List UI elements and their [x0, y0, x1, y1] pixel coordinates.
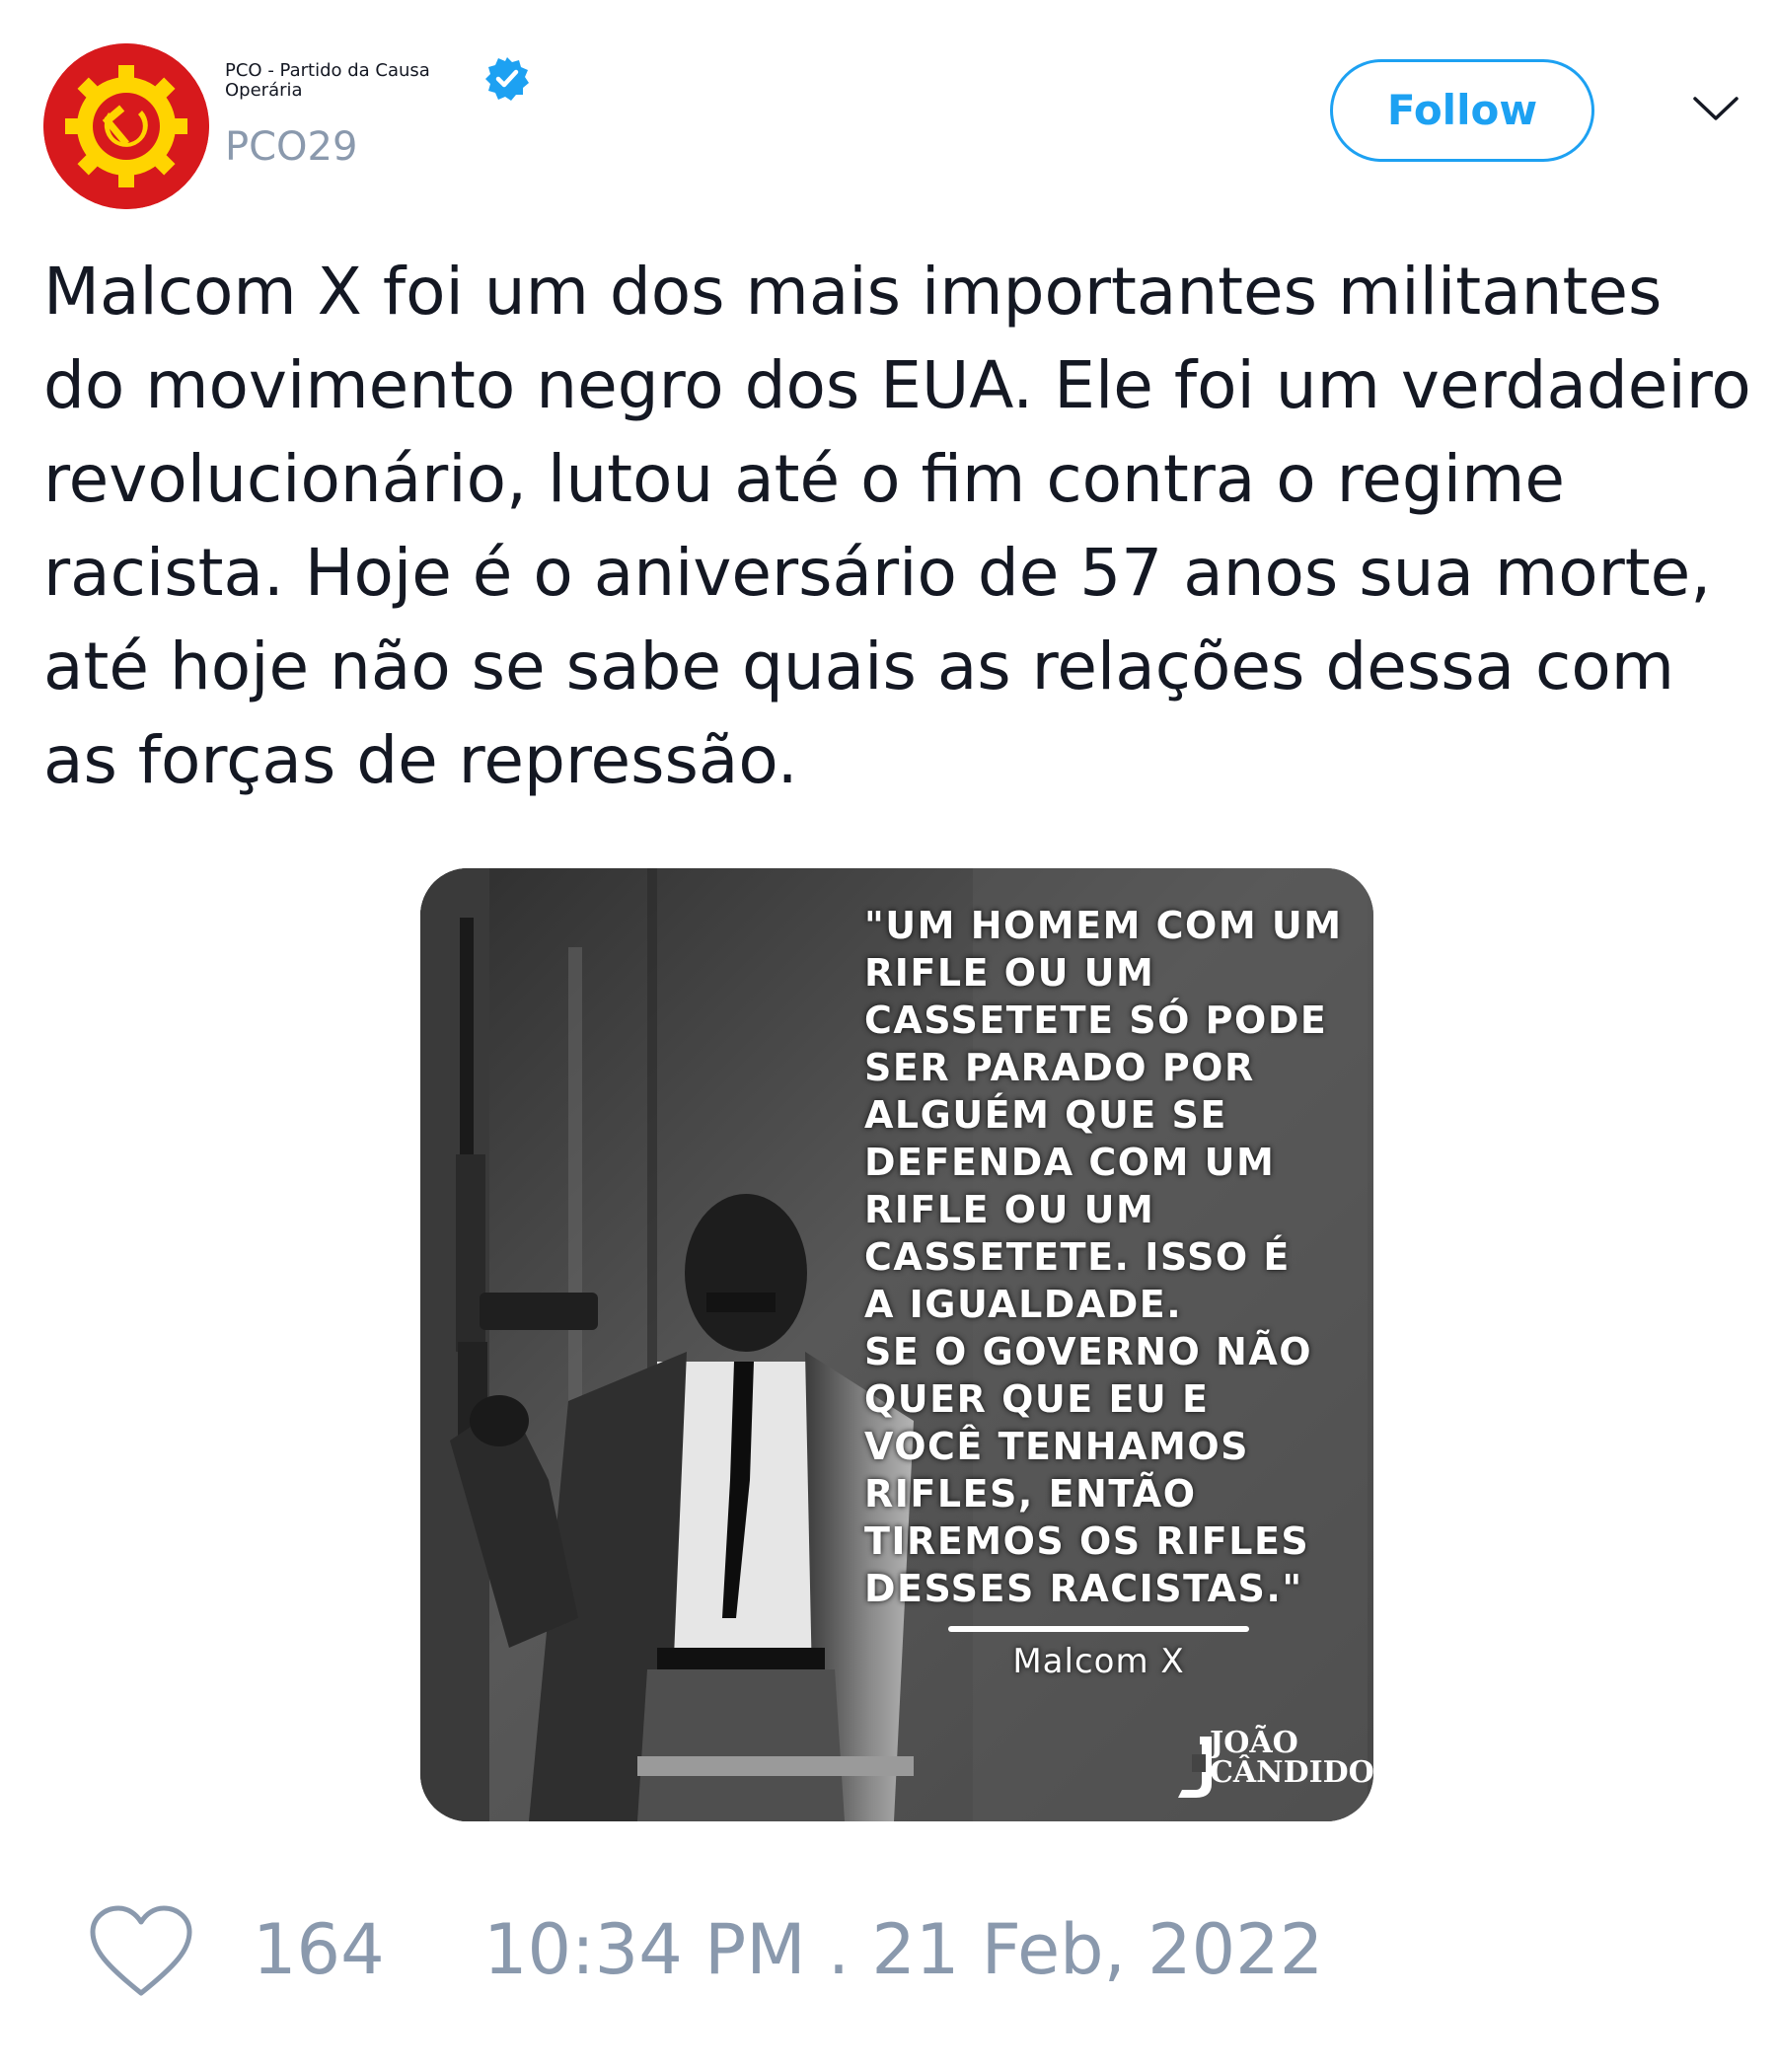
display-name[interactable]: PCO - Partido da Causa Operária — [225, 61, 462, 101]
quote-text: "UM HOMEM COM UM RIFLE OU UM CASSETETE S… — [864, 904, 1343, 1610]
like-count: 164 — [253, 1909, 385, 1990]
tweet-image[interactable]: "UM HOMEM COM UM RIFLE OU UM CASSETETE S… — [420, 868, 1373, 1821]
heart-icon[interactable] — [87, 1904, 195, 2001]
verified-badge-icon — [483, 55, 531, 103]
author-name-block[interactable]: PCO - Partido da Causa Operária — [225, 61, 462, 101]
tweet-text: Malcom X foi um dos mais importantes mil… — [43, 254, 1751, 798]
logo-text: JOÃO CÂNDIDO — [1210, 1726, 1373, 1790]
chevron-down-icon[interactable] — [1691, 91, 1740, 126]
quote-divider — [948, 1626, 1249, 1632]
tweet-timestamp[interactable]: 10:34 PM . 21 Feb, 2022 — [483, 1909, 1323, 1990]
avatar[interactable] — [43, 43, 209, 209]
tweet: PCO - Partido da Causa Operária PCO29 Fo… — [0, 0, 1776, 2072]
follow-button[interactable]: Follow — [1330, 59, 1594, 162]
hammer-sickle-gear-icon — [43, 43, 209, 209]
author-handle[interactable]: PCO29 — [225, 124, 357, 170]
quote-author: Malcom X — [1012, 1642, 1185, 1681]
